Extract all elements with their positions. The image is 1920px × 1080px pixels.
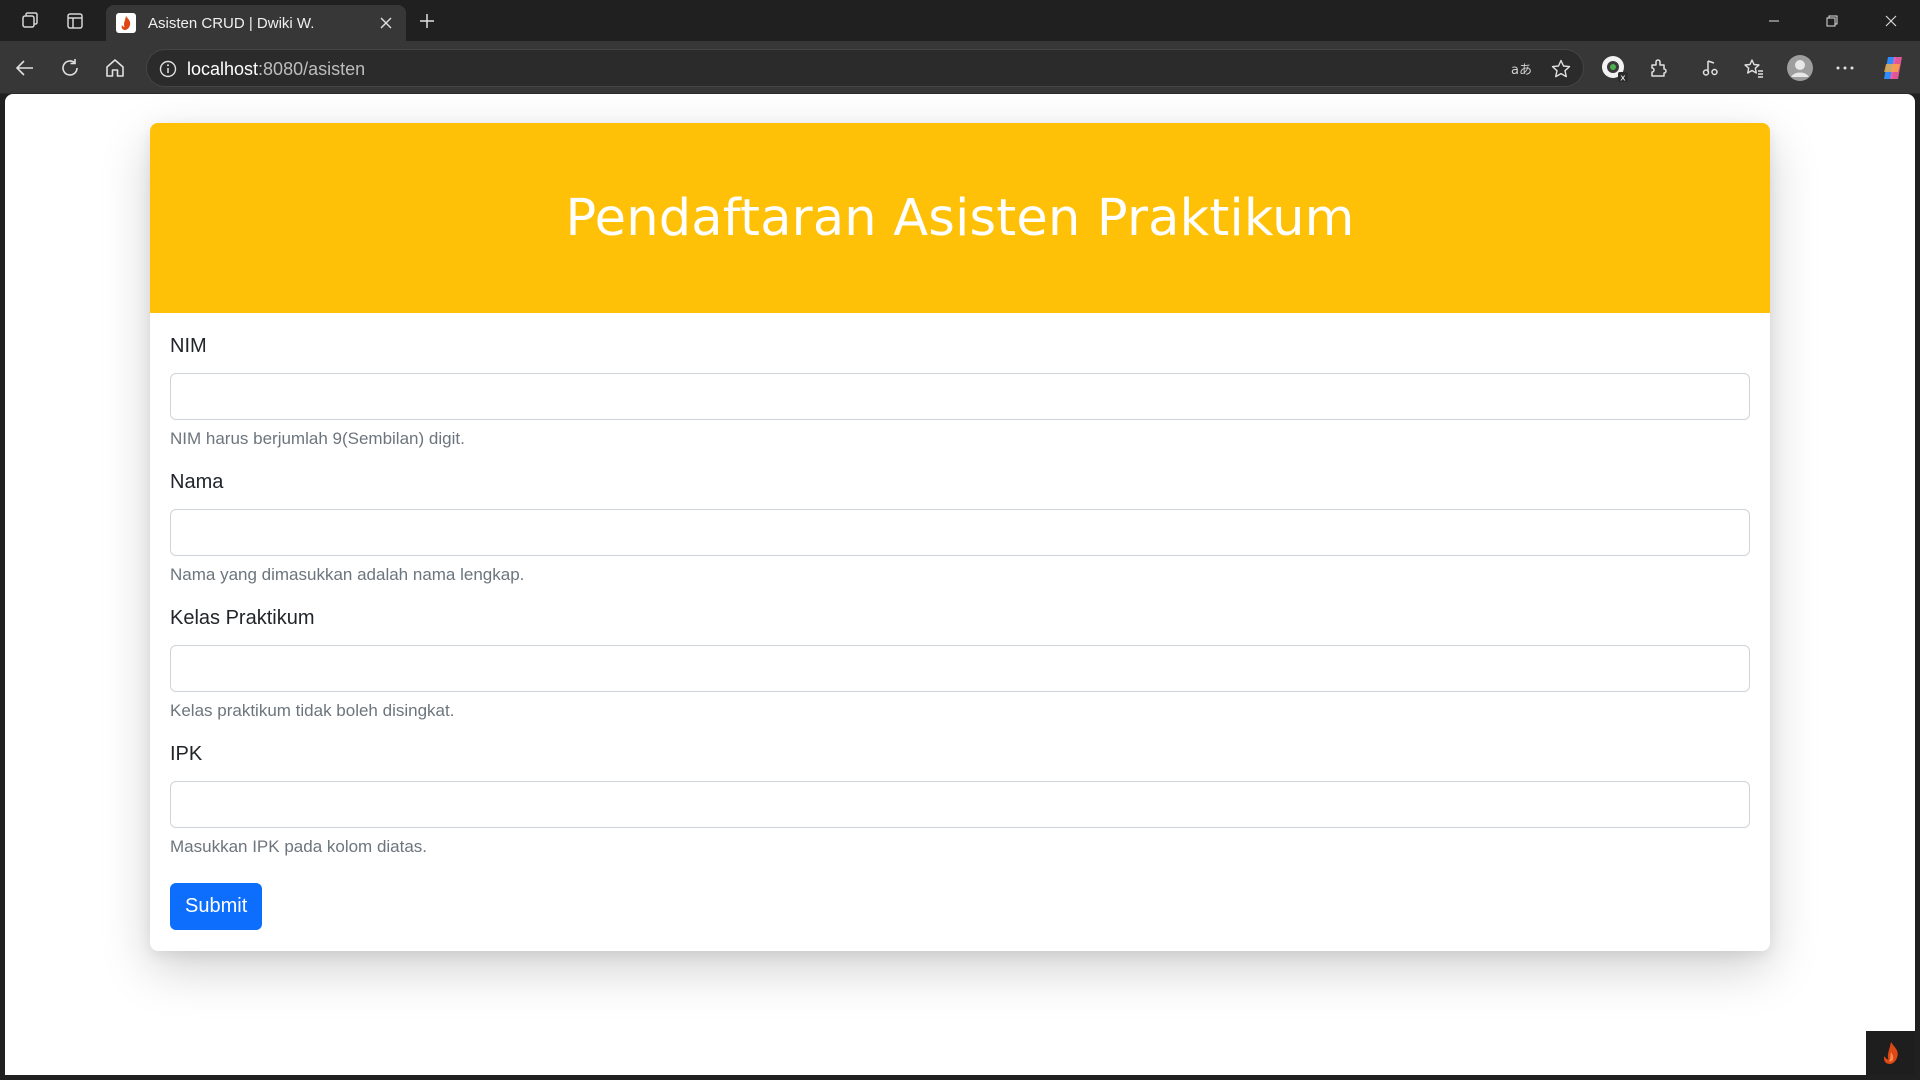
favorites-icon[interactable] [1737, 51, 1771, 85]
kelas-praktikum-input[interactable] [170, 645, 1750, 692]
page-title: Pendaftaran Asisten Praktikum [565, 188, 1355, 248]
nama-input[interactable] [170, 509, 1750, 556]
registration-card: Pendaftaran Asisten Praktikum NIM NIM ha… [150, 123, 1770, 951]
nim-input[interactable] [170, 373, 1750, 420]
home-icon[interactable] [98, 51, 132, 85]
back-icon[interactable] [8, 51, 42, 85]
codeigniter-flame-icon[interactable] [1866, 1031, 1915, 1075]
profile-icon[interactable] [1783, 51, 1817, 85]
kelas-praktikum-label: Kelas Praktikum [170, 607, 315, 629]
nama-help-text: Nama yang dimasukkan adalah nama lengkap… [170, 565, 525, 584]
registration-form: NIM NIM harus berjumlah 9(Sembilan) digi… [150, 313, 1770, 930]
vertical-tabs-icon[interactable] [60, 6, 90, 36]
minimize-icon[interactable] [1745, 0, 1803, 41]
kelas-praktikum-help-text: Kelas praktikum tidak boleh disingkat. [170, 701, 455, 720]
submit-button[interactable]: Submit [170, 883, 263, 930]
field-ipk: IPK Masukkan IPK pada kolom diatas. [170, 743, 1750, 857]
field-kelas-praktikum: Kelas Praktikum Kelas praktikum tidak bo… [170, 607, 1750, 721]
browser-toolbar: localhost:8080/asisten aあ x [0, 41, 1920, 94]
info-icon[interactable] [157, 58, 179, 80]
ipk-label: IPK [170, 743, 203, 765]
copilot-icon[interactable] [1876, 51, 1910, 85]
read-aloud-icon[interactable]: aあ [1509, 56, 1535, 82]
close-window-icon[interactable] [1862, 0, 1920, 41]
active-tab[interactable]: Asisten CRUD | Dwiki W. [106, 5, 406, 41]
card-header: Pendaftaran Asisten Praktikum [150, 123, 1770, 313]
browser-tab-strip: Asisten CRUD | Dwiki W. [0, 0, 1920, 41]
url-host: localhost [187, 59, 259, 79]
ipk-help-text: Masukkan IPK pada kolom diatas. [170, 837, 428, 856]
url-text: localhost:8080/asisten [187, 59, 365, 80]
favicon-flame-icon [116, 13, 136, 33]
field-nim: NIM NIM harus berjumlah 9(Sembilan) digi… [170, 335, 1750, 449]
nama-label: Nama [170, 471, 224, 493]
close-tab-icon[interactable] [374, 11, 398, 35]
window-bottom-frame [0, 1075, 1920, 1080]
nim-help-text: NIM harus berjumlah 9(Sembilan) digit. [170, 429, 465, 448]
restore-icon[interactable] [1803, 0, 1861, 41]
nim-label: NIM [170, 335, 207, 357]
extensions-icon[interactable] [1642, 51, 1676, 85]
svg-text:aあ: aあ [1511, 63, 1532, 78]
workspaces-icon[interactable] [15, 6, 45, 36]
tab-title: Asisten CRUD | Dwiki W. [148, 14, 315, 32]
new-tab-icon[interactable] [412, 6, 442, 36]
refresh-icon[interactable] [53, 51, 87, 85]
page-viewport: Pendaftaran Asisten Praktikum NIM NIM ha… [5, 94, 1915, 1075]
ipk-input[interactable] [170, 781, 1750, 828]
field-nama: Nama Nama yang dimasukkan adalah nama le… [170, 471, 1750, 585]
address-bar[interactable]: localhost:8080/asisten aあ [146, 49, 1584, 87]
url-path: :8080/asisten [258, 59, 366, 79]
favorite-star-icon[interactable] [1548, 56, 1574, 82]
more-icon[interactable] [1828, 51, 1862, 85]
media-icon[interactable] [1693, 51, 1727, 85]
svg-text:x: x [1620, 74, 1626, 84]
extension-profile-icon[interactable]: x [1597, 51, 1631, 85]
